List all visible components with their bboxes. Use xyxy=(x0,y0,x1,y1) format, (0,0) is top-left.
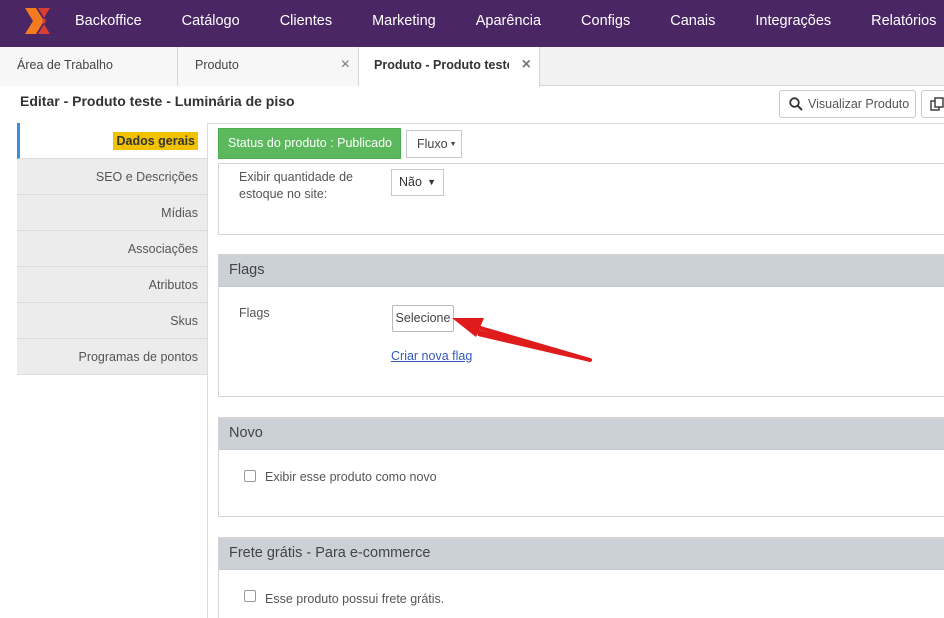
sidebar-item-associacoes[interactable]: Associações xyxy=(17,231,208,267)
sidebar-item-programas-de-pontos[interactable]: Programas de pontos xyxy=(17,339,208,375)
annotation-arrow-icon xyxy=(452,318,592,362)
sidebar-item-midias[interactable]: Mídias xyxy=(17,195,208,231)
novo-checkbox[interactable] xyxy=(244,470,256,482)
flags-label: Flags xyxy=(239,306,270,320)
caret-down-icon: ▼ xyxy=(427,177,436,187)
tab-area-de-trabalho[interactable]: Área de Trabalho xyxy=(0,47,178,86)
sidebar-item-label: Skus xyxy=(170,314,198,328)
status-badge: Status do produto : Publicado xyxy=(218,128,401,159)
nav-item-relatorios[interactable]: Relatórios xyxy=(851,0,944,47)
stock-select-value: Não xyxy=(399,175,422,189)
copy-icon xyxy=(930,97,944,111)
novo-checkbox-label: Exibir esse produto como novo xyxy=(265,470,437,484)
panel-title: Frete grátis - Para e-commerce xyxy=(219,538,944,570)
view-product-button[interactable]: Visualizar Produto xyxy=(779,90,916,118)
tab-bar: Área de Trabalho Produto × Produto - Pro… xyxy=(0,47,944,87)
nav-item-clientes[interactable]: Clientes xyxy=(260,0,352,47)
nav-item-aparencia[interactable]: Aparência xyxy=(456,0,561,47)
page-title: Editar - Produto teste - Luminária de pi… xyxy=(20,93,295,109)
nav-item-configs[interactable]: Configs xyxy=(561,0,650,47)
view-product-label: Visualizar Produto xyxy=(808,97,910,111)
fluxo-dropdown[interactable]: Fluxo ▼ xyxy=(406,130,462,158)
top-navbar: Backoffice Catálogo Clientes Marketing Aparê… xyxy=(0,0,944,47)
nav-item-marketing[interactable]: Marketing xyxy=(352,0,456,47)
frete-checkbox-label: Esse produto possui frete grátis. xyxy=(265,592,445,606)
sidebar-item-label: Mídias xyxy=(161,206,198,220)
stock-select[interactable]: Não ▼ xyxy=(391,169,444,196)
sidebar-item-label: Dados gerais xyxy=(113,132,198,150)
sidebar-item-label: Atributos xyxy=(148,278,198,292)
sidebar-item-seo[interactable]: SEO e Descrições xyxy=(17,159,208,195)
sidebar-item-label: SEO e Descrições xyxy=(95,170,198,184)
tab-label: Área de Trabalho xyxy=(17,58,113,72)
nav-item-integracoes[interactable]: Integrações xyxy=(735,0,851,47)
fluxo-label: Fluxo xyxy=(417,137,448,151)
close-icon[interactable]: × xyxy=(341,47,350,82)
search-icon xyxy=(789,97,803,111)
sidebar-item-skus[interactable]: Skus xyxy=(17,303,208,339)
nav-item-catalogo[interactable]: Catálogo xyxy=(162,0,260,47)
sidebar: Dados gerais SEO e Descrições Mídias Ass… xyxy=(17,123,208,375)
close-icon[interactable]: × xyxy=(522,47,531,82)
tab-label: Produto xyxy=(195,58,239,72)
novo-panel: Novo xyxy=(218,417,944,517)
caret-down-icon: ▼ xyxy=(449,141,457,148)
sidebar-item-dados-gerais[interactable]: Dados gerais xyxy=(17,123,208,159)
panel-title: Flags xyxy=(219,255,944,287)
sidebar-item-atributos[interactable]: Atributos xyxy=(17,267,208,303)
stock-label: Exibir quantidade de estoque no site: xyxy=(239,170,353,201)
tab-produto-teste[interactable]: Produto - Produto teste × xyxy=(359,47,540,87)
sidebar-item-label: Associações xyxy=(127,242,198,256)
tab-produto[interactable]: Produto × xyxy=(178,47,359,86)
frete-checkbox[interactable] xyxy=(244,590,256,602)
tab-label: Produto - Produto teste xyxy=(374,58,509,72)
sidebar-divider xyxy=(207,123,208,618)
copy-button[interactable] xyxy=(921,90,944,118)
nav-item-backoffice[interactable]: Backoffice xyxy=(55,0,162,47)
sidebar-item-label: Programas de pontos xyxy=(78,350,198,364)
panel-title: Novo xyxy=(219,418,944,450)
nav-item-canais[interactable]: Canais xyxy=(650,0,735,47)
logo-icon[interactable] xyxy=(22,5,52,37)
